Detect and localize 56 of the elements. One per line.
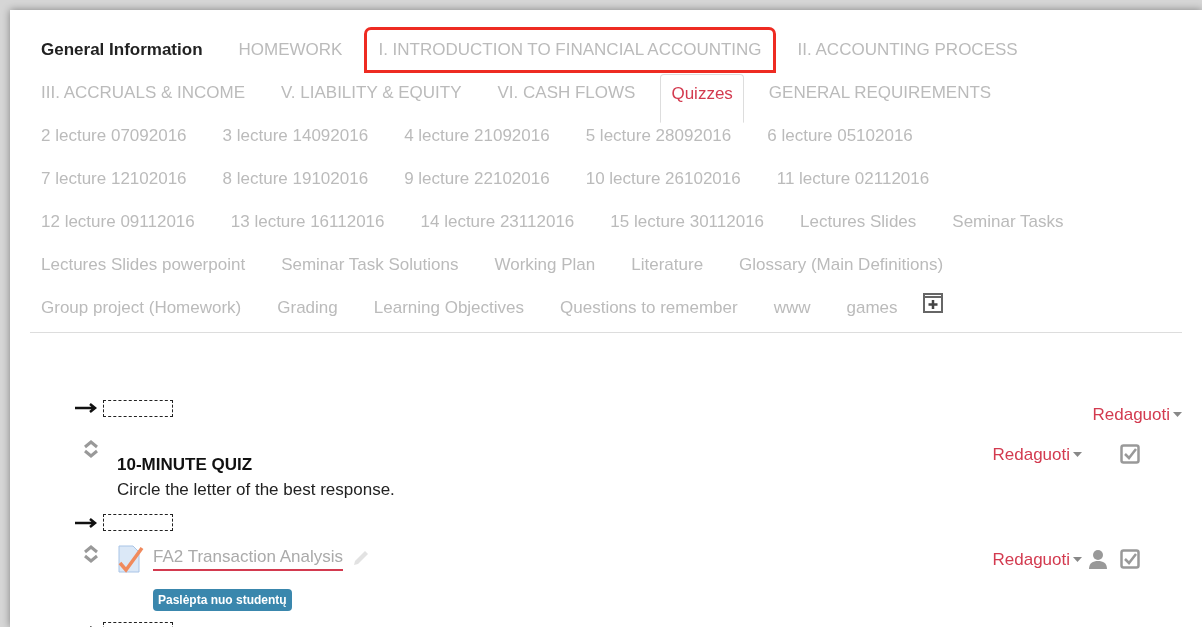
course-tab[interactable]: Lectures Slides (789, 202, 928, 242)
arrow-right-icon (75, 517, 99, 528)
course-tab[interactable]: V. LIABILITY & EQUITY (270, 73, 473, 113)
course-tab[interactable]: I. INTRODUCTION TO FINANCIAL ACCOUNTING (367, 30, 773, 70)
course-tab[interactable]: VI. CASH FLOWS (486, 73, 647, 113)
quiz-link[interactable]: FA2 Transaction Analysis (153, 543, 343, 572)
drop-target[interactable] (103, 514, 173, 531)
course-tab[interactable]: 11 lecture 02112016 (765, 159, 941, 199)
caret-icon (1073, 556, 1082, 562)
course-tab[interactable]: 10 lecture 26102016 (574, 159, 752, 199)
caret-icon (1173, 412, 1182, 418)
completion-checkbox-icon[interactable] (1120, 444, 1140, 465)
quiz-icon (117, 542, 145, 573)
label-title: 10-MINUTE QUIZ (117, 453, 254, 476)
course-tab[interactable]: III. ACCRUALS & INCOME (30, 73, 257, 113)
course-tab[interactable]: 9 lecture 22102016 (393, 159, 561, 199)
course-tab[interactable]: Learning Objectives (362, 288, 536, 328)
label-description: Circle the letter of the best response. (117, 479, 395, 501)
course-tab[interactable]: Glossary (Main Definitions) (728, 245, 955, 285)
course-tab[interactable]: www (762, 288, 822, 328)
course-tab[interactable]: Group project (Homework) (30, 288, 253, 328)
course-tab[interactable]: 13 lecture 16112016 (219, 202, 396, 242)
hidden-badge: Paslėpta nuo studentų (153, 588, 292, 611)
course-tab[interactable]: 15 lecture 30112016 (599, 202, 776, 242)
edit-menu[interactable]: Redaguoti (992, 546, 1082, 572)
person-icon[interactable] (1088, 549, 1108, 570)
course-tab[interactable]: 8 lecture 19102016 (211, 159, 380, 199)
course-tab[interactable]: 2 lecture 07092016 (30, 116, 198, 156)
course-tab[interactable]: 6 lecture 05102016 (756, 116, 924, 156)
caret-icon (1073, 451, 1082, 457)
completion-checkbox-icon[interactable] (1120, 549, 1140, 570)
edit-menu[interactable]: Redaguoti (1092, 402, 1182, 428)
course-tab[interactable]: 4 lecture 21092016 (393, 116, 561, 156)
course-tab[interactable]: Seminar Tasks (941, 202, 1075, 242)
course-tab[interactable]: HOMEWORK (227, 30, 354, 70)
course-tab[interactable]: Literature (620, 245, 715, 285)
course-tab[interactable]: 3 lecture 14092016 (211, 116, 380, 156)
move-icon[interactable] (82, 439, 100, 458)
edit-menu[interactable]: Redaguoti (992, 441, 1082, 467)
add-tab-icon[interactable] (922, 293, 943, 313)
course-tab[interactable]: II. ACCOUNTING PROCESS (786, 30, 1029, 70)
course-tab[interactable]: Working Plan (483, 245, 607, 285)
course-tab[interactable]: 7 lecture 12102016 (30, 159, 198, 199)
drop-target[interactable] (103, 399, 173, 417)
course-tab[interactable]: games (835, 288, 909, 328)
course-tab[interactable]: Grading (266, 288, 349, 328)
course-tab[interactable]: General Information (30, 30, 214, 70)
move-icon[interactable] (82, 544, 100, 563)
course-tab[interactable]: GENERAL REQUIREMENTS (757, 73, 1003, 113)
course-tab[interactable]: Lectures Slides powerpoint (30, 245, 257, 285)
course-tab[interactable]: Seminar Task Solutions (270, 245, 470, 285)
course-tab[interactable]: 14 lecture 23112016 (409, 202, 586, 242)
course-tab[interactable]: Quizzes (660, 73, 744, 123)
course-tab[interactable]: 12 lecture 09112016 (30, 202, 206, 242)
arrow-right-icon (75, 403, 99, 413)
course-tab[interactable]: Questions to remember (549, 288, 749, 328)
